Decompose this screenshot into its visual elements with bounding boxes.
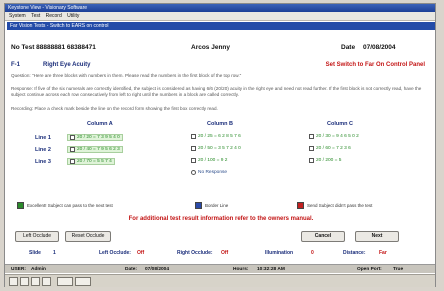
- slide-value: 1: [53, 250, 56, 256]
- checkbox-icon: [70, 147, 75, 152]
- menu-record[interactable]: Record: [46, 12, 62, 21]
- cancel-button[interactable]: Cancel: [301, 231, 345, 242]
- checkbox-icon: [309, 134, 314, 139]
- option-a2[interactable]: 20 / 40 = 7 9 5 6 2 3: [67, 146, 123, 153]
- manual-note: For additional test result information r…: [128, 216, 314, 222]
- left-occlude-value: Off: [137, 250, 145, 256]
- checkbox-icon: [70, 159, 75, 164]
- option-no-response[interactable]: No Response: [191, 170, 227, 175]
- next-record-icon[interactable]: [31, 277, 40, 286]
- last-record-icon[interactable]: [42, 277, 51, 286]
- radio-icon: [191, 170, 196, 175]
- checkbox-icon: [309, 146, 314, 151]
- taskbar: [5, 274, 435, 287]
- line-3-label: Line 3: [35, 159, 51, 165]
- distance-value: Far: [379, 250, 387, 256]
- user-value: Admin: [31, 267, 46, 272]
- option-a3[interactable]: 20 / 70 = 5 5 7 4: [67, 158, 115, 165]
- test-number: No Test 88888881 68388471: [11, 44, 96, 51]
- hours-label: Hours:: [233, 267, 249, 272]
- status-bar: USER: Admin Date: 07/08/2004 Hours: 10:3…: [5, 264, 435, 273]
- green-swatch-icon: [17, 202, 24, 209]
- open-port-value: True: [393, 267, 404, 272]
- column-b-header: Column B: [207, 121, 233, 127]
- checkbox-icon: [191, 146, 196, 151]
- option-a1[interactable]: 20 / 20 = 7 3 9 5 4 0: [67, 134, 123, 141]
- option-c1[interactable]: 20 / 30 = 9 4 6 5 0 2: [309, 134, 359, 139]
- toolbar-button[interactable]: [75, 277, 91, 286]
- status-date-label: Date:: [125, 267, 137, 272]
- legend-excellent: Excellent! Subject can pass to the next …: [17, 202, 113, 209]
- blue-swatch-icon: [195, 202, 202, 209]
- checkbox-icon: [309, 158, 314, 163]
- open-port-label: Open Port:: [357, 267, 382, 272]
- column-c-header: Column C: [327, 121, 353, 127]
- device-info-row: Slide 1 Left Occlude: Off Right Occlude:…: [9, 250, 433, 259]
- switch-instruction: Set Switch to Far On Control Panel: [325, 62, 425, 68]
- status-date-value: 07/08/2004: [145, 267, 170, 272]
- next-button[interactable]: Next: [355, 231, 399, 242]
- date-label: Date: [341, 44, 356, 51]
- menu-test[interactable]: Test: [31, 12, 40, 21]
- response-text: Response: If five of the six numerals ar…: [11, 86, 422, 97]
- patient-name: Arcos Jenny: [191, 44, 231, 51]
- right-occlude-value: Off: [221, 250, 229, 256]
- checkbox-icon: [191, 158, 196, 163]
- slide-label: Slide: [29, 250, 41, 256]
- checkbox-icon: [70, 135, 75, 140]
- prev-record-icon[interactable]: [20, 277, 29, 286]
- first-record-icon[interactable]: [9, 277, 18, 286]
- recording-text: Recording: Place a check mark beside the…: [11, 106, 218, 111]
- menu-bar: System Test Record Utility: [5, 12, 435, 21]
- legend-borderline: Border Line: [195, 202, 228, 209]
- hours-value: 10:32:28 AM: [257, 267, 285, 272]
- illumination-label: Illumination: [265, 250, 294, 256]
- illumination-value: 0: [311, 250, 314, 256]
- test-window-title: Far Vision Tests - Switch to EARS on con…: [7, 22, 435, 30]
- test-code: F-1: [11, 62, 20, 68]
- option-b1[interactable]: 20 / 25 = 6 2 8 5 7 6: [191, 134, 241, 139]
- left-occlude-label: Left Occlude:: [99, 250, 131, 256]
- option-c3[interactable]: 20 / 200 = 5: [309, 158, 341, 163]
- column-a-header: Column A: [87, 121, 113, 127]
- line-2-label: Line 2: [35, 147, 51, 153]
- checkbox-icon: [191, 134, 196, 139]
- menu-utility[interactable]: Utility: [67, 12, 79, 21]
- toolbar-button[interactable]: [57, 277, 73, 286]
- date-value: 07/08/2004: [363, 44, 396, 51]
- red-swatch-icon: [297, 202, 304, 209]
- left-occlude-button[interactable]: Left Occlude: [15, 231, 59, 242]
- patient-header: No Test 88888881 68388471 Arcos Jenny Da…: [11, 44, 431, 56]
- distance-label: Distance:: [343, 250, 366, 256]
- option-c2[interactable]: 20 / 60 = 7 2 3 6: [309, 146, 351, 151]
- reset-occlude-button[interactable]: Reset Occlude: [65, 231, 111, 242]
- line-1-label: Line 1: [35, 135, 51, 141]
- option-b2[interactable]: 20 / 50 = 3 5 7 2 4 0: [191, 146, 241, 151]
- menu-system[interactable]: System: [9, 12, 26, 21]
- app-window: Keystone View - Visionary Software Syste…: [4, 3, 436, 287]
- test-name: Right Eye Acuity: [43, 62, 91, 68]
- user-label: USER:: [11, 267, 26, 272]
- option-b3[interactable]: 20 / 100 = 9 2: [191, 158, 227, 163]
- right-occlude-label: Right Occlude:: [177, 250, 213, 256]
- window-title: Keystone View - Visionary Software: [5, 4, 435, 12]
- legend-send: Send Subject didn't pass the test: [297, 202, 372, 209]
- question-text: Question: "Here are three blocks with nu…: [11, 73, 242, 78]
